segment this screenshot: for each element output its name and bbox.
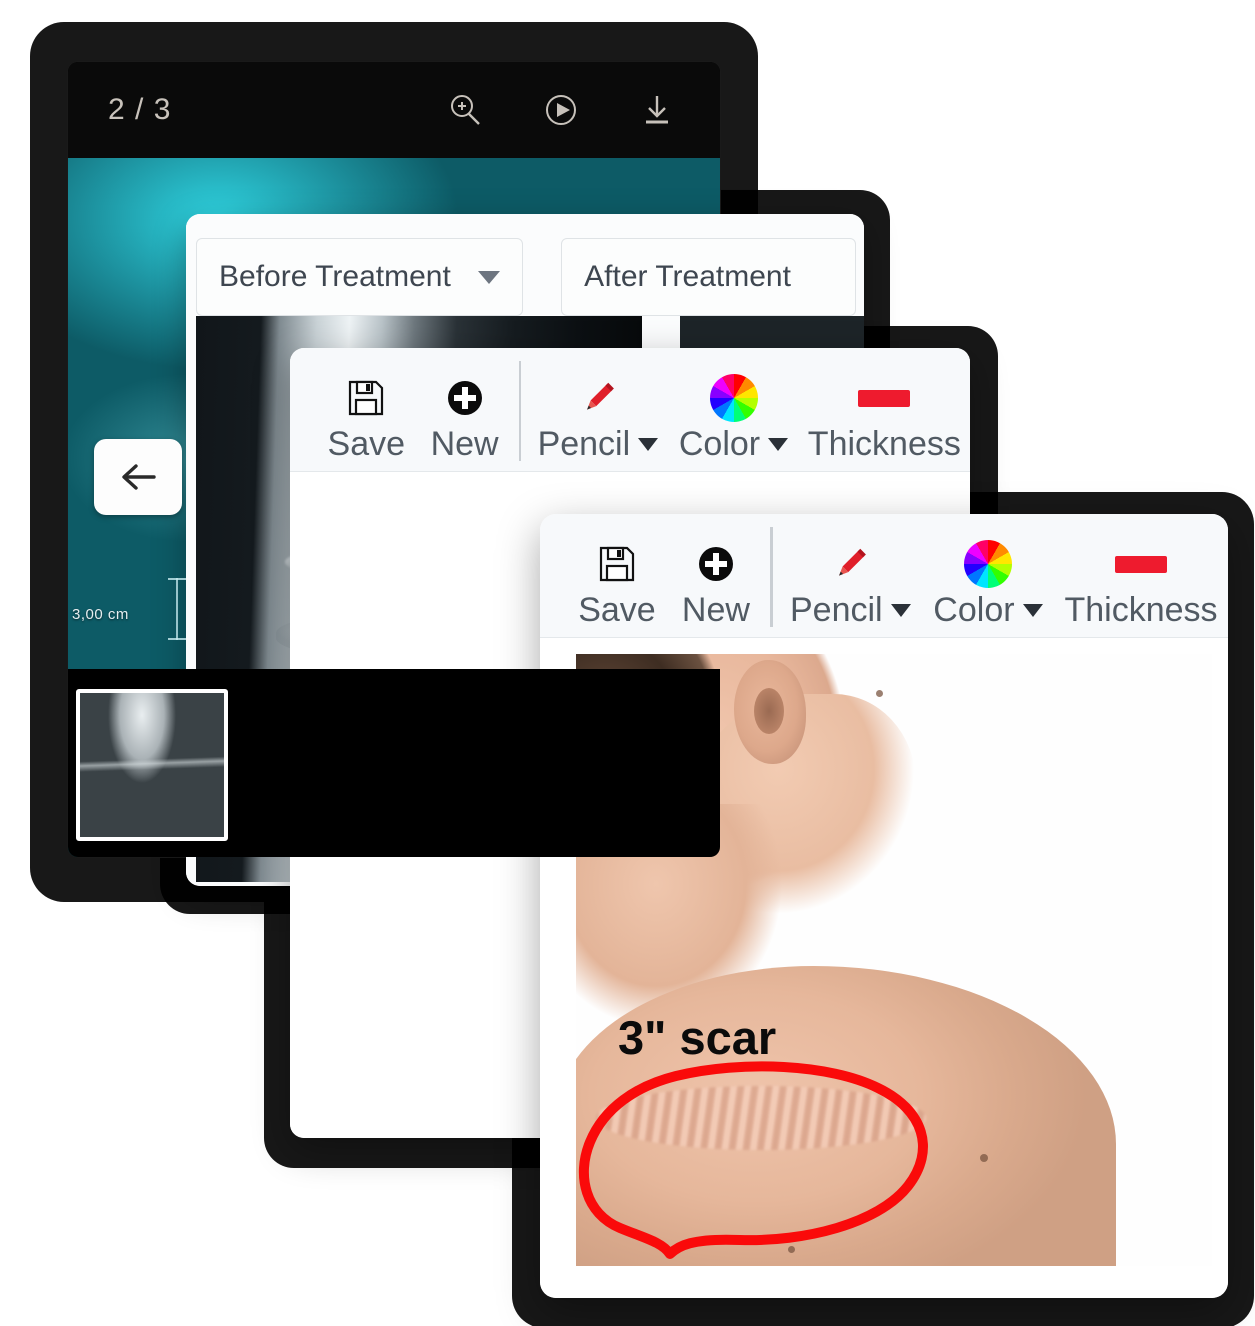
color-wheel-icon <box>709 373 758 423</box>
save-button[interactable]: Save <box>316 373 417 463</box>
toolbar-divider <box>769 527 773 627</box>
toolbar-divider <box>518 361 522 461</box>
before-treatment-value: Before Treatment <box>219 260 451 293</box>
xray-toolbar: 2 / 3 <box>68 62 720 158</box>
color-tool-button[interactable]: Color <box>922 539 1054 629</box>
thickness-label: Thickness <box>1064 591 1218 630</box>
pencil-tool-button[interactable]: Pencil <box>779 539 922 629</box>
save-button[interactable]: Save <box>566 539 668 629</box>
chevron-down-icon[interactable] <box>890 603 911 617</box>
chevron-down-icon[interactable] <box>638 437 659 451</box>
thickness-tool-button[interactable]: Thickness <box>1054 539 1228 629</box>
floppy-disk-icon <box>596 539 638 589</box>
pencil-label-wrap: Pencil <box>790 593 911 629</box>
plus-circle-icon <box>695 539 737 589</box>
xray-toolbar-actions <box>446 91 676 129</box>
back-button[interactable] <box>94 439 182 515</box>
color-wheel-icon <box>963 539 1012 589</box>
pencil-icon <box>828 539 872 589</box>
new-label: New <box>430 425 499 464</box>
color-label: Color <box>933 591 1015 630</box>
measurement-caliper <box>168 578 186 640</box>
save-label: Save <box>327 425 406 464</box>
annotation-window-scar: Save New Pencil Color Thickness 3" scar <box>540 514 1228 1298</box>
chevron-down-icon[interactable] <box>768 437 789 451</box>
chevron-down-icon[interactable] <box>1022 603 1043 617</box>
plus-circle-icon <box>444 373 486 423</box>
thumbnail-item[interactable] <box>76 689 228 841</box>
color-tool-button[interactable]: Color <box>668 373 798 463</box>
thumbnail-strip <box>68 669 720 857</box>
before-treatment-select[interactable]: Before Treatment <box>196 238 524 316</box>
screenshot-stage: 2 / 3 3,00 cm Before Treatment After Tre… <box>0 0 1255 1326</box>
color-label-wrap: Color <box>933 591 1043 630</box>
thickness-bar-icon <box>858 373 911 423</box>
arrow-left-icon <box>122 464 156 490</box>
red-annotation-circle <box>578 1061 928 1259</box>
color-label: Color <box>678 425 761 464</box>
pencil-label: Pencil <box>790 591 883 630</box>
thickness-tool-button[interactable]: Thickness <box>799 373 970 463</box>
paint-toolbar-front: Save New Pencil Color Thickness <box>540 514 1228 638</box>
thickness-label: Thickness <box>807 425 961 464</box>
new-button[interactable]: New <box>668 539 764 629</box>
thickness-bar-icon <box>1115 539 1167 589</box>
save-label: Save <box>578 591 656 630</box>
zoom-in-icon[interactable] <box>446 91 484 129</box>
after-treatment-select[interactable]: After Treatment <box>561 238 856 316</box>
new-label: New <box>681 591 750 630</box>
pencil-tool-button[interactable]: Pencil <box>527 373 668 463</box>
play-circle-icon[interactable] <box>542 91 580 129</box>
treatment-select-row: Before Treatment After Treatment <box>186 238 864 316</box>
scar-annotation-label: 3" scar <box>618 1011 777 1064</box>
pencil-label: Pencil <box>537 425 631 464</box>
ear-inner-region <box>754 688 784 734</box>
floppy-disk-icon <box>345 373 387 423</box>
chevron-down-icon <box>478 270 501 284</box>
download-icon[interactable] <box>638 91 676 129</box>
paint-toolbar: Save New Pencil Color Thickness <box>290 348 970 472</box>
measurement-label: 3,00 cm <box>72 606 129 623</box>
new-button[interactable]: New <box>417 373 513 463</box>
pencil-label-wrap: Pencil <box>538 427 659 463</box>
page-counter: 2 / 3 <box>108 93 172 126</box>
color-label-wrap: Color <box>678 425 789 464</box>
pencil-icon <box>576 373 620 423</box>
after-treatment-value: After Treatment <box>584 260 791 293</box>
